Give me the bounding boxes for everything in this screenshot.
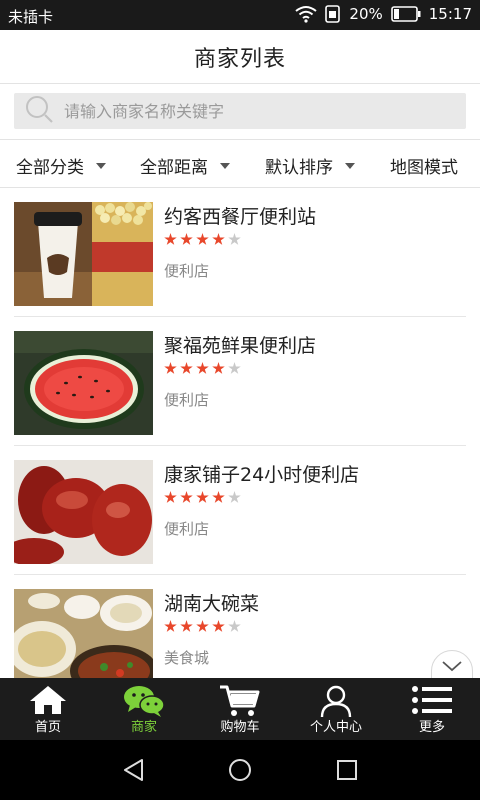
nav-profile[interactable]: 个人中心 — [288, 678, 384, 740]
star-empty-icon — [228, 362, 241, 374]
star-icon — [180, 491, 193, 503]
merchant-category: 便利店 — [164, 520, 210, 538]
clock: 15:17 — [428, 5, 472, 23]
map-mode-button[interactable]: 地图模式 — [390, 153, 458, 178]
nav-label: 个人中心 — [309, 720, 362, 735]
star-icon — [164, 620, 177, 632]
caret-down-icon — [345, 162, 355, 169]
star-icon — [164, 233, 177, 245]
merchant-thumbnail — [14, 202, 153, 306]
battery-percent: 20% — [349, 5, 383, 23]
star-icon — [164, 491, 177, 503]
system-nav-bar — [0, 740, 480, 800]
star-icon — [212, 620, 225, 632]
star-icon — [196, 620, 209, 632]
sim-icon — [325, 5, 341, 23]
star-icon — [180, 233, 193, 245]
nav-label: 购物车 — [220, 720, 260, 735]
merchant-item[interactable]: 湖南大碗菜 美食城 — [0, 575, 480, 678]
nav-label: 更多 — [418, 720, 445, 735]
star-icon — [180, 620, 193, 632]
merchant-category: 美食城 — [164, 649, 210, 667]
rating-stars — [164, 362, 241, 375]
search-box[interactable] — [14, 93, 466, 129]
merchant-list: 约客西餐厅便利站 便利店 聚福苑鲜果便利店 便利店 康家铺子24小时便利店 便利… — [0, 188, 480, 678]
nav-merchants[interactable]: 商家 — [96, 678, 192, 740]
filter-label: 默认排序 — [265, 158, 333, 178]
header: 商家列表 — [0, 30, 480, 84]
nav-more[interactable]: 更多 — [384, 678, 480, 740]
nav-home[interactable]: 首页 — [0, 678, 96, 740]
merchant-category: 便利店 — [164, 391, 210, 409]
home-circle-icon[interactable] — [228, 758, 252, 786]
filter-category[interactable]: 全部分类 — [16, 153, 106, 178]
back-icon[interactable] — [122, 758, 146, 786]
star-icon — [180, 362, 193, 374]
rating-stars — [164, 491, 241, 504]
caret-down-icon — [96, 162, 106, 169]
search-input[interactable] — [54, 93, 466, 129]
bottom-nav: 首页 商家 购物车 个人中心 更多 — [0, 678, 480, 740]
nav-label: 商家 — [130, 720, 157, 735]
battery-icon — [390, 6, 421, 22]
merchant-name: 湖南大碗菜 — [164, 593, 260, 615]
search-bar — [0, 84, 480, 140]
merchant-item[interactable]: 约客西餐厅便利站 便利店 — [0, 188, 480, 317]
merchant-name: 聚福苑鲜果便利店 — [164, 335, 317, 357]
star-icon — [196, 362, 209, 374]
filter-label: 全部分类 — [16, 158, 84, 178]
rating-stars — [164, 233, 241, 246]
merchant-item[interactable]: 聚福苑鲜果便利店 便利店 — [0, 317, 480, 446]
star-icon — [212, 233, 225, 245]
star-icon — [212, 491, 225, 503]
star-icon — [196, 491, 209, 503]
star-empty-icon — [228, 491, 241, 503]
rating-stars — [164, 620, 241, 633]
merchant-category: 便利店 — [164, 262, 210, 280]
chat-icon — [96, 684, 192, 718]
filter-sort[interactable]: 默认排序 — [265, 153, 355, 178]
merchant-item[interactable]: 康家铺子24小时便利店 便利店 — [0, 446, 480, 575]
filter-distance[interactable]: 全部距离 — [140, 153, 230, 178]
menu-icon — [384, 684, 480, 716]
star-icon — [196, 233, 209, 245]
nav-label: 首页 — [34, 720, 61, 735]
merchant-name: 康家铺子24小时便利店 — [164, 464, 360, 486]
wifi-icon — [295, 5, 318, 23]
page-title: 商家列表 — [193, 46, 286, 72]
status-bar: 未插卡 20% 15:17 — [0, 0, 480, 30]
carrier-text: 未插卡 — [8, 8, 54, 26]
caret-down-icon — [220, 162, 230, 169]
merchant-thumbnail — [14, 460, 153, 564]
user-icon — [288, 684, 384, 718]
recents-icon[interactable] — [335, 758, 359, 786]
star-icon — [212, 362, 225, 374]
chevron-down-icon — [441, 657, 463, 676]
merchant-thumbnail — [14, 331, 153, 435]
star-empty-icon — [228, 233, 241, 245]
home-icon — [0, 684, 96, 716]
merchant-thumbnail — [14, 589, 153, 678]
filter-label: 全部距离 — [140, 158, 208, 178]
cart-icon — [192, 684, 288, 718]
filter-bar: 全部分类 全部距离 默认排序 地图模式 — [0, 140, 480, 188]
merchant-name: 约客西餐厅便利站 — [164, 206, 317, 228]
filter-label: 地图模式 — [390, 158, 458, 178]
star-empty-icon — [228, 620, 241, 632]
nav-cart[interactable]: 购物车 — [192, 678, 288, 740]
search-icon — [14, 94, 54, 128]
star-icon — [164, 362, 177, 374]
